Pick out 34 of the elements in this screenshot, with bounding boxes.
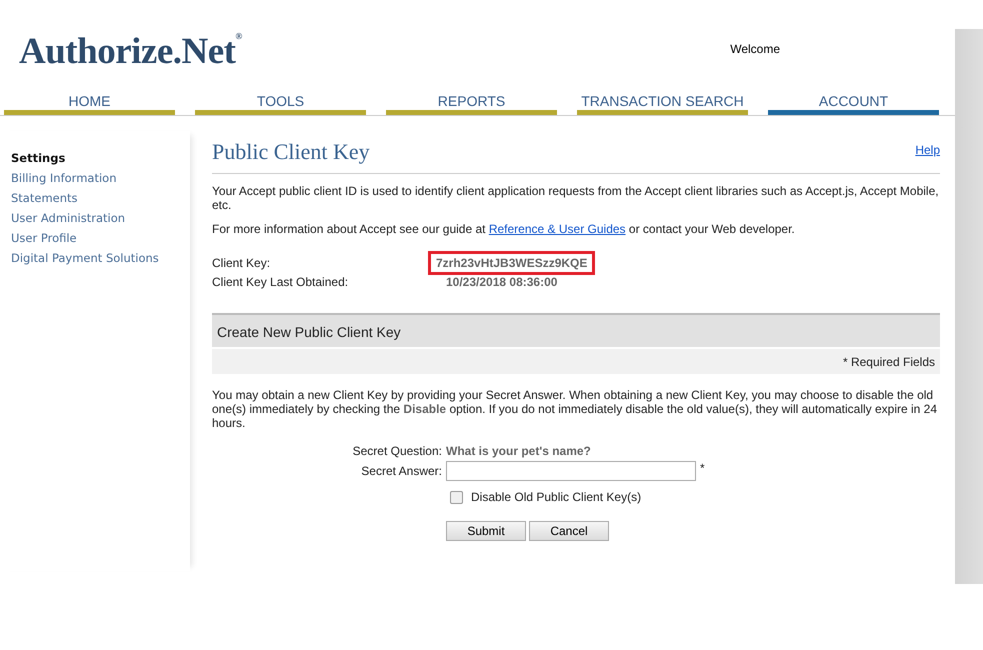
nav-tab[interactable]: ACCOUNT xyxy=(768,88,939,115)
guides-link[interactable]: Reference & User Guides xyxy=(488,222,626,236)
nav-tab[interactable]: HOME xyxy=(4,88,175,115)
help-link[interactable]: Help xyxy=(915,143,940,157)
sidebar-item[interactable]: Digital Payment Solutions xyxy=(11,248,159,268)
required-mark: * xyxy=(700,461,705,475)
sidebar-item[interactable]: Statements xyxy=(11,188,78,208)
welcome-text: Welcome xyxy=(730,42,780,56)
info-text: For more information about Accept see our guide at Reference & User Guides or contact your Web developer. xyxy=(212,222,796,236)
sidebar-item[interactable]: Billing Information xyxy=(11,168,116,188)
nav-tab[interactable]: TRANSACTION SEARCH xyxy=(577,88,748,115)
answer-field[interactable] xyxy=(446,461,696,481)
nav-tab[interactable]: REPORTS xyxy=(386,88,557,115)
sidebar-item[interactable]: Settings xyxy=(11,148,66,168)
field-value: 10/23/2018 08:36:00 xyxy=(445,275,558,289)
description-text: You may obtain a new Client Key by providing your Secret Answer. When obtaining a new Client Key, you may choose to disable the old one(s) immediately by checking the Disable option. If you do not immediately disable the old value(s), they will automatically expire in 24 hours. xyxy=(212,388,938,430)
question-label: Secret Question: xyxy=(352,444,442,458)
field-label: Client Key: xyxy=(212,256,272,272)
sidebar-item[interactable]: User Profile xyxy=(11,228,77,248)
field-value: 7zrh23vHtJB3WESzz9KQE xyxy=(428,251,596,275)
field-label: Client Key Last Obtained: xyxy=(212,275,350,289)
section-header: Create New Public Client Key xyxy=(212,313,940,347)
logo[interactable]: Authorize.Net$^{®}$ xyxy=(19,30,242,73)
required-note: * Required Fields xyxy=(212,349,940,374)
intro-text: Your Accept public client ID is used to identify client application requests from the Accept client libraries such as Accept.js, Accept Mobile, etc. xyxy=(212,184,940,212)
checkbox-label: Disable Old Public Client Key(s) xyxy=(471,490,642,504)
sidebar-item[interactable]: User Administration xyxy=(11,208,126,228)
checkbox[interactable] xyxy=(450,490,463,504)
form-button[interactable]: Cancel xyxy=(529,521,609,541)
question-text: What is your pet's name? xyxy=(446,444,592,458)
nav-tab[interactable]: TOOLS xyxy=(195,88,366,115)
answer-label: Secret Answer: xyxy=(360,464,442,478)
form-button[interactable]: Submit xyxy=(446,521,526,541)
page-title: Public Client Key xyxy=(212,139,370,165)
